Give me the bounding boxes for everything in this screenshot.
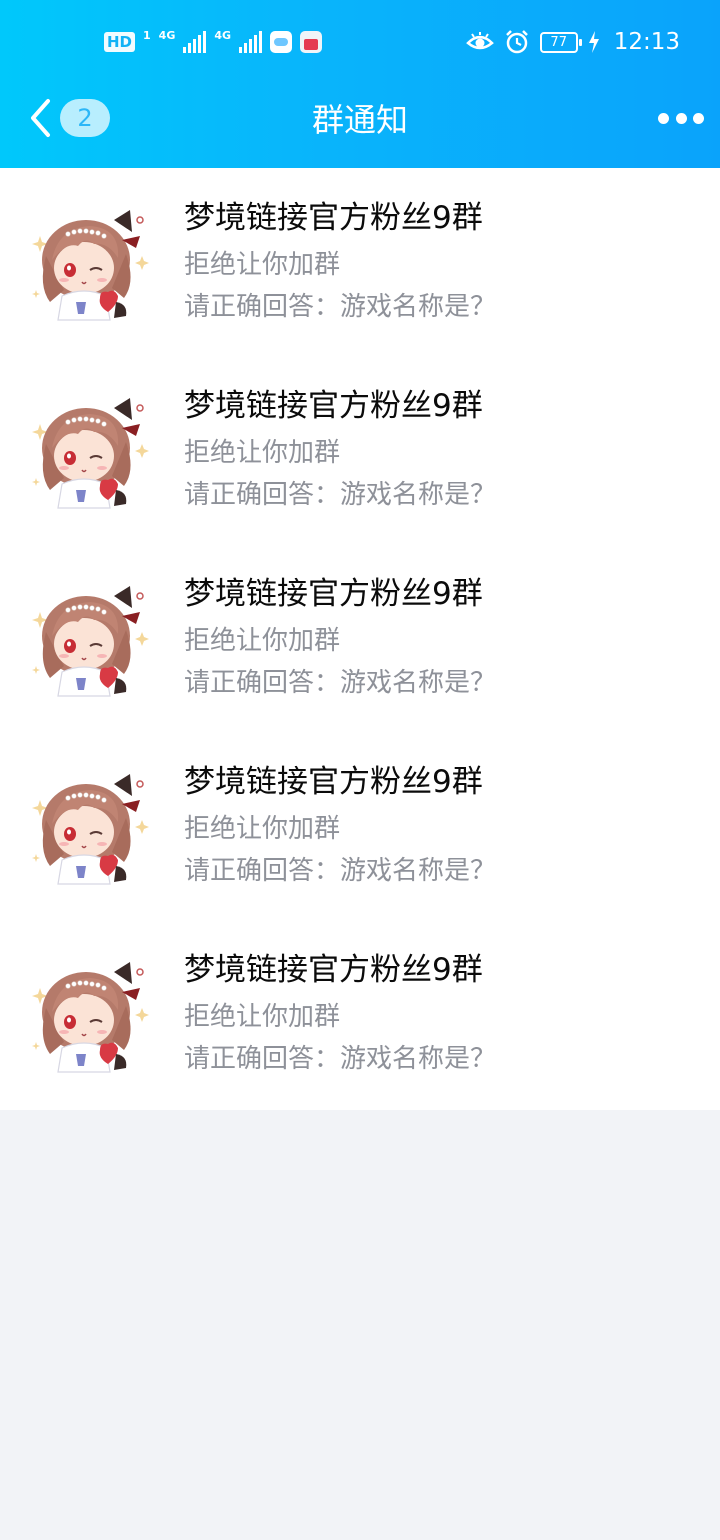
request-status: 拒绝让你加群: [184, 626, 341, 656]
request-status: 拒绝让你加群: [184, 250, 341, 280]
alarm-icon: [505, 30, 528, 54]
clock-time: 12:13: [613, 29, 680, 55]
status-bar-right: 77 12:13: [465, 26, 680, 58]
notification-item[interactable]: 梦境链接官方粉丝9群 拒绝让你加群 请正确回答：游戏名称是？: [0, 168, 720, 356]
dot-icon: [658, 112, 669, 124]
battery-icon: 77: [539, 31, 582, 53]
group-avatar: [31, 585, 150, 697]
signal-icon-2: [239, 31, 263, 53]
verification-question: 请正确回答：游戏名称是？: [184, 292, 497, 322]
notification-item[interactable]: 梦境链接官方粉丝9群 拒绝让你加群 请正确回答：游戏名称是？: [0, 356, 720, 544]
request-status: 拒绝让你加群: [184, 1002, 341, 1032]
dot-icon: [693, 112, 704, 124]
verification-question: 请正确回答：游戏名称是？: [184, 668, 497, 698]
sim-slot-label: 1: [143, 29, 151, 42]
page-title: 群通知: [311, 101, 408, 139]
status-bar-left: HD 1 4G 4G: [104, 28, 323, 56]
hd-voice-icon: HD: [104, 32, 136, 52]
request-status: 拒绝让你加群: [184, 438, 341, 468]
request-status: 拒绝让你加群: [184, 814, 341, 844]
header: HD 1 4G 4G 77 12:13 2 群通知: [0, 0, 720, 168]
group-avatar: [31, 397, 150, 509]
notification-item[interactable]: 梦境链接官方粉丝9群 拒绝让你加群 请正确回答：游戏名称是？: [0, 920, 720, 1108]
app-market-icon: [270, 31, 293, 53]
notification-item[interactable]: 梦境链接官方粉丝9群 拒绝让你加群 请正确回答：游戏名称是？: [0, 732, 720, 920]
verification-question: 请正确回答：游戏名称是？: [184, 856, 497, 886]
group-name: 梦境链接官方粉丝9群: [184, 388, 483, 424]
group-name: 梦境链接官方粉丝9群: [184, 576, 483, 612]
eye-comfort-icon: [465, 32, 494, 50]
more-options-button[interactable]: [658, 104, 704, 132]
shopping-bag-icon: [300, 31, 323, 53]
signal-icon-1: [183, 31, 207, 53]
group-avatar: [31, 209, 150, 321]
network-type-label-1: 4G: [158, 29, 176, 42]
group-name: 梦境链接官方粉丝9群: [184, 952, 483, 988]
group-avatar: [31, 773, 150, 885]
verification-question: 请正确回答：游戏名称是？: [184, 480, 497, 510]
dot-icon: [675, 112, 687, 124]
charging-icon: [588, 31, 599, 53]
group-name: 梦境链接官方粉丝9群: [184, 200, 483, 236]
notification-item[interactable]: 梦境链接官方粉丝9群 拒绝让你加群 请正确回答：游戏名称是？: [0, 544, 720, 732]
group-avatar: [31, 961, 150, 1073]
status-bar: HD 1 4G 4G 77 12:13: [0, 0, 720, 84]
verification-question: 请正确回答：游戏名称是？: [184, 1044, 497, 1074]
group-name: 梦境链接官方粉丝9群: [184, 764, 483, 800]
network-type-label-2: 4G: [214, 29, 232, 42]
notification-list: 梦境链接官方粉丝9群 拒绝让你加群 请正确回答：游戏名称是？ 梦境链接官方粉丝9…: [0, 168, 720, 1110]
